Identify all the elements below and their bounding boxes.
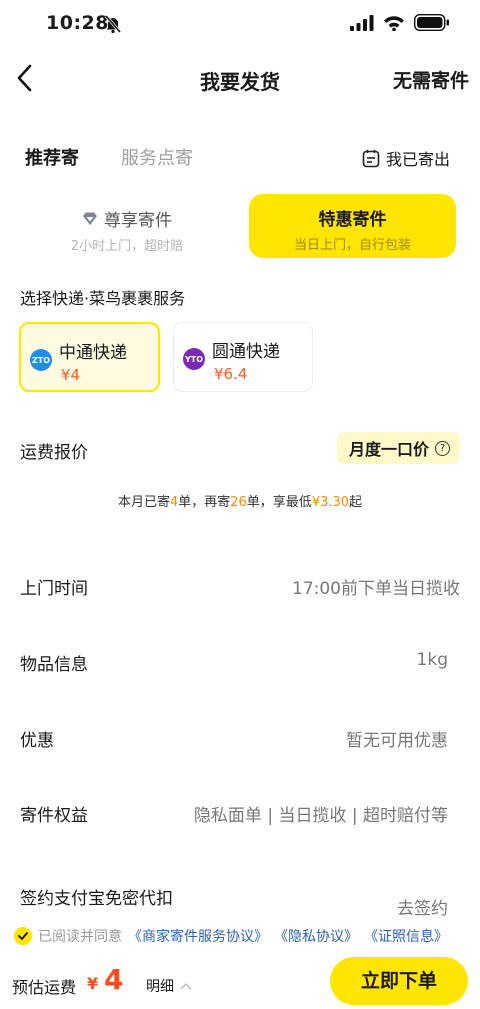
courier-name: 中通快递 bbox=[59, 343, 127, 363]
check-icon bbox=[18, 932, 28, 940]
courier-price: ¥4 bbox=[61, 366, 81, 384]
mode-premium-title: 尊享寄件 bbox=[104, 211, 172, 231]
chevron-up-icon bbox=[180, 983, 192, 990]
estimated-fee-currency: ¥ bbox=[87, 974, 99, 993]
mode-premium-subtitle: 2小时上门，超时赔 bbox=[70, 239, 184, 254]
question-icon: ? bbox=[435, 440, 450, 456]
agreement-prefix: 已阅读并同意 bbox=[38, 929, 122, 945]
fee-detail-button[interactable]: 明细 bbox=[146, 976, 192, 996]
already-shipped-button[interactable]: 我已寄出 bbox=[362, 146, 450, 170]
sign-up-link[interactable]: 去签约 bbox=[397, 894, 448, 919]
mode-discount-title: 特惠寄件 bbox=[318, 210, 387, 230]
benefits-value: 隐私面单 | 当日揽收 | 超时赔付等 bbox=[193, 806, 448, 826]
diamond-icon bbox=[83, 212, 97, 225]
benefits-row[interactable]: 寄件权益 隐私面单 | 当日揽收 | 超时赔付等 bbox=[0, 791, 480, 831]
mode-discount[interactable]: 特惠寄件 当日上门，自行包装 bbox=[249, 194, 456, 258]
promo-part: 单，再寄 bbox=[178, 495, 231, 510]
promo-part: 单，享最低 bbox=[246, 495, 312, 510]
discount-label: 优惠 bbox=[20, 731, 54, 751]
discount-row[interactable]: 优惠 暂无可用优惠 bbox=[0, 716, 480, 756]
promo-part: 起 bbox=[349, 495, 363, 510]
wifi-icon bbox=[384, 15, 404, 31]
monthly-flat-price-badge[interactable]: 月度一口价 ? bbox=[336, 432, 460, 464]
bell-off-icon bbox=[104, 15, 122, 34]
courier-section-label: 选择快递·菜鸟裹裹服务 bbox=[20, 289, 186, 308]
yto-logo-icon: YTO bbox=[183, 348, 205, 370]
promo-text: 本月已寄4单，再寄26单，享最低¥3.30起 bbox=[0, 491, 480, 510]
estimated-fee-amount: 4 bbox=[104, 963, 124, 996]
promo-count-remaining: 26 bbox=[230, 495, 247, 510]
no-shipment-button[interactable]: 无需寄件 bbox=[393, 66, 469, 93]
license-info-link[interactable]: 《证照信息》 bbox=[364, 926, 448, 946]
discount-value: 暂无可用优惠 bbox=[346, 731, 448, 751]
tab-service-point[interactable]: 服务点寄 bbox=[121, 144, 193, 170]
item-info-label: 物品信息 bbox=[20, 655, 88, 675]
promo-part: 本月已寄 bbox=[117, 495, 170, 510]
pickup-time-label: 上门时间 bbox=[20, 579, 88, 599]
already-shipped-label: 我已寄出 bbox=[385, 150, 450, 169]
estimated-fee-label: 预估运费 bbox=[12, 978, 77, 997]
receipt-icon bbox=[362, 149, 380, 167]
fee-detail-label: 明细 bbox=[146, 979, 174, 995]
pickup-time-row[interactable]: 上门时间 17:00前下单当日揽收 bbox=[0, 564, 480, 604]
mode-premium[interactable]: 尊享寄件 2小时上门，超时赔 bbox=[18, 194, 236, 260]
mode-discount-subtitle: 当日上门，自行包装 bbox=[293, 238, 411, 253]
courier-price: ¥6.4 bbox=[214, 365, 248, 383]
place-order-button[interactable]: 立即下单 bbox=[330, 957, 468, 1005]
courier-option-zto[interactable]: ZTO 中通快递 ¥4 bbox=[19, 322, 160, 392]
item-info-row[interactable]: 物品信息 1kg bbox=[0, 640, 480, 680]
benefits-label: 寄件权益 bbox=[20, 806, 88, 826]
nav-bar: 我要发货 无需寄件 bbox=[0, 52, 480, 106]
alipay-autopay-label: 签约支付宝免密代扣 bbox=[20, 889, 173, 909]
item-info-value: 1kg bbox=[416, 650, 448, 670]
promo-count-shipped: 4 bbox=[169, 495, 179, 510]
quote-label: 运费报价 bbox=[20, 443, 88, 463]
agreement-line: 已阅读并同意 《商家寄件服务协议》 《隐私协议》 《证照信息》 bbox=[14, 924, 480, 948]
monthly-flat-price-label: 月度一口价 bbox=[348, 440, 429, 459]
mode-selector: 尊享寄件 2小时上门，超时赔 特惠寄件 当日上门，自行包装 bbox=[18, 194, 458, 260]
status-indicators bbox=[350, 14, 450, 31]
zto-logo-icon: ZTO bbox=[30, 349, 52, 371]
alipay-autopay-row[interactable]: 签约支付宝免密代扣 去签约 bbox=[0, 874, 480, 919]
quote-row: 运费报价 月度一口价 ? bbox=[0, 430, 480, 466]
pickup-time-value: 17:00前下单当日揽收 bbox=[292, 579, 460, 599]
bottom-bar: 预估运费 ¥ 4 明细 立即下单 bbox=[0, 952, 480, 1009]
tabs: 推荐寄 服务点寄 我已寄出 bbox=[0, 140, 480, 180]
courier-name: 圆通快递 bbox=[212, 342, 280, 362]
agreement-checkbox[interactable] bbox=[14, 927, 32, 945]
status-bar: 10:28 bbox=[0, 0, 480, 46]
privacy-agreement-link[interactable]: 《隐私协议》 bbox=[274, 926, 358, 946]
signal-icon bbox=[350, 14, 374, 31]
merchant-agreement-link[interactable]: 《商家寄件服务协议》 bbox=[128, 926, 268, 946]
promo-lowest-price: ¥3.30 bbox=[311, 495, 350, 510]
courier-option-yto[interactable]: YTO 圆通快递 ¥6.4 bbox=[173, 322, 313, 392]
tab-recommended[interactable]: 推荐寄 bbox=[25, 144, 79, 170]
status-time: 10:28 bbox=[46, 12, 109, 34]
battery-icon bbox=[414, 14, 449, 31]
